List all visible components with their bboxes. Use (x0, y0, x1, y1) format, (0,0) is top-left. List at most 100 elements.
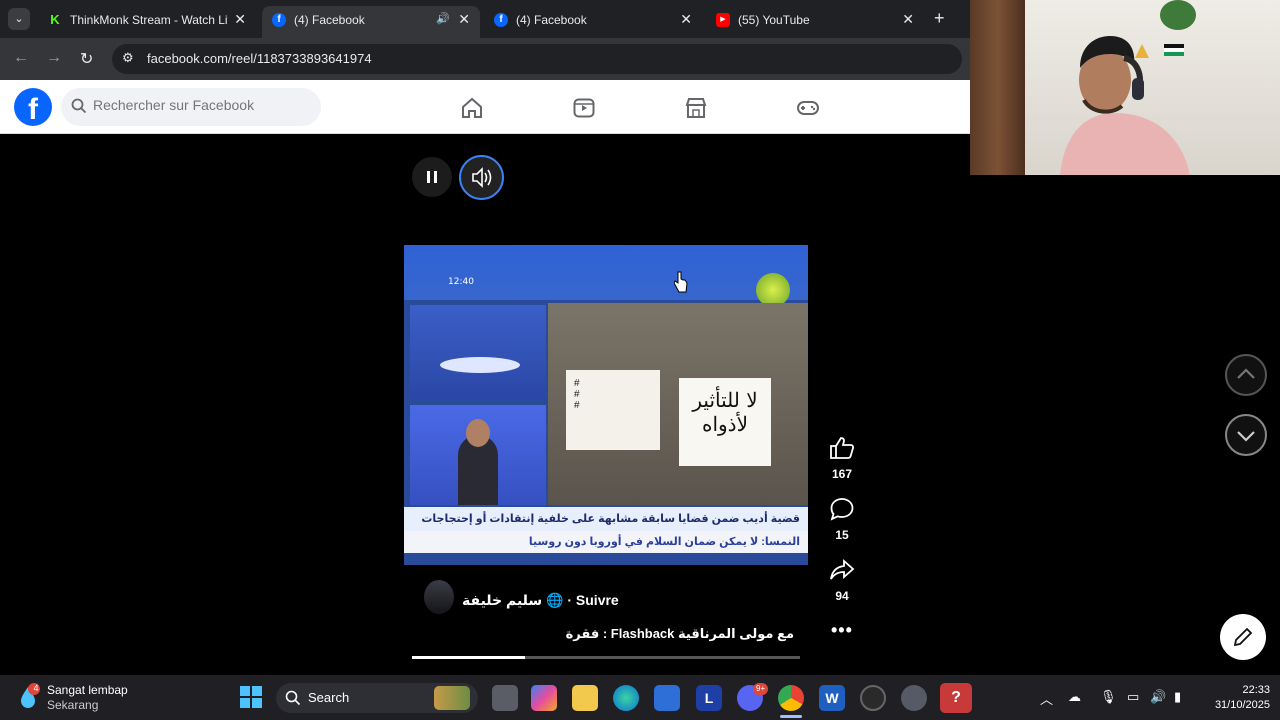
news-ticker-bottom: النمسا: لا يمكن ضمان السلام في أوروبا دو… (404, 531, 808, 553)
forward-arrow-icon[interactable]: → (46, 49, 62, 67)
facebook-header: f (0, 80, 970, 134)
new-tab-button[interactable]: + (934, 8, 945, 29)
share-button[interactable]: 94 (824, 558, 860, 603)
close-tab-icon[interactable]: ✕ (680, 11, 692, 28)
tab-title: (55) YouTube (738, 13, 810, 27)
launcher-l-icon[interactable]: L (696, 685, 722, 711)
search-icon (71, 98, 87, 114)
task-view-icon[interactable] (492, 685, 518, 711)
gaming-icon[interactable] (796, 96, 820, 120)
speaker-icon[interactable]: 🔊 (436, 12, 450, 25)
pause-button[interactable] (412, 157, 452, 197)
protest-sign-hashtags: #‌ #‌ #‌ (566, 370, 660, 450)
omnibox[interactable]: ⚙ facebook.com/reel/1183733893641974 (112, 44, 962, 74)
close-tab-icon[interactable]: ✕ (234, 11, 246, 28)
news-ticker-top: قضية أديب ضمن قضايا سابقة مشابهة على خلف… (404, 507, 808, 531)
clock-time: 22:33 (1242, 684, 1270, 696)
weather-badge: 4 (33, 683, 39, 693)
new-message-button[interactable] (1220, 614, 1266, 660)
previous-reel-button[interactable] (1225, 354, 1267, 396)
microphone-icon[interactable]: 🎙 (1100, 689, 1117, 705)
channel-logo-icon (756, 273, 790, 307)
edge-browser-icon[interactable] (613, 685, 639, 711)
next-reel-button[interactable] (1225, 414, 1267, 456)
file-explorer-icon[interactable] (572, 685, 598, 711)
reel-caption: فقرة : Flashback مع مولى المرناقية (565, 626, 794, 641)
facebook-logo-icon[interactable]: f (14, 88, 52, 126)
search-highlight-icon (434, 686, 470, 710)
address-bar-row: ← → ↻ ⚙ facebook.com/reel/11837338936419… (0, 38, 970, 80)
windows-taskbar: 4 Sangat lembap Sekarang Search L 9+ W ?… (0, 675, 1280, 720)
streamer-person (1060, 36, 1190, 175)
display-icon[interactable]: ▭ (1127, 689, 1139, 705)
windows-start-icon[interactable] (240, 686, 262, 708)
tab-title: ThinkMonk Stream - Watch Live (70, 13, 228, 27)
share-count: 94 (835, 589, 849, 603)
video-top-band (404, 245, 808, 300)
comment-count: 15 (835, 528, 849, 542)
tab-title: (4) Facebook (294, 13, 365, 27)
marketplace-icon[interactable] (684, 96, 708, 120)
avatar[interactable] (424, 580, 454, 614)
home-icon[interactable] (460, 96, 484, 120)
kick-favicon-icon: K (50, 12, 60, 27)
obs-icon[interactable] (860, 685, 886, 711)
battery-icon[interactable]: ▮ (1174, 689, 1181, 705)
facebook-favicon-icon: f (494, 13, 508, 27)
video-time-overlay: 12:40 (448, 277, 474, 287)
back-arrow-icon[interactable]: ← (13, 49, 29, 67)
url-text[interactable]: facebook.com/reel/1183733893641974 (147, 51, 372, 66)
tab-search-button[interactable]: ⌄ (8, 8, 30, 30)
like-button[interactable]: 167 (824, 436, 860, 481)
word-icon[interactable]: W (819, 685, 845, 711)
search-icon (285, 690, 301, 706)
studio-panel (410, 305, 546, 399)
youtube-favicon-icon: ▶ (716, 13, 730, 27)
taskbar-clock[interactable]: 22:33 31/10/2025 (1196, 683, 1270, 713)
reel-video[interactable]: 12:40 #‌ #‌ #‌ لا للتأثير لأذواه قضية أديب… (404, 245, 808, 565)
comment-button[interactable]: 15 (824, 497, 860, 542)
reel-author: سليم خليفة 🌐 · Suivre (424, 580, 804, 616)
volume-button[interactable] (459, 155, 504, 200)
discord-badge: 9+ (753, 683, 769, 695)
facebook-search[interactable] (61, 88, 321, 126)
hand-cursor-icon (674, 271, 688, 293)
author-name[interactable]: سليم خليفة (462, 592, 542, 608)
cloud-offline-icon[interactable]: ☁ (1068, 689, 1081, 705)
weather-title[interactable]: Sangat lembap (47, 683, 128, 697)
comment-icon (830, 498, 854, 521)
close-tab-icon[interactable]: ✕ (458, 11, 470, 28)
microsoft-store-icon[interactable] (654, 685, 680, 711)
active-app-indicator (780, 715, 802, 718)
more-options-icon[interactable]: ••• (831, 620, 853, 641)
close-tab-icon[interactable]: ✕ (902, 11, 914, 28)
protest-sign-arabic: لا للتأثير لأذواه (679, 378, 771, 466)
weather-subtitle[interactable]: Sekarang (47, 698, 98, 712)
search-input[interactable] (93, 97, 313, 113)
browser-tab-strip: ⌄ K ThinkMonk Stream - Watch Live ✕ f (4… (0, 0, 970, 38)
video-icon[interactable] (572, 96, 596, 120)
chevron-up-icon[interactable]: ︿ (1040, 689, 1053, 708)
pause-icon (427, 171, 437, 183)
taskbar-search[interactable]: Search (276, 683, 478, 713)
search-label: Search (308, 690, 350, 705)
tab-facebook[interactable]: f (4) Facebook ✕ (484, 6, 702, 38)
chevron-up-icon (1237, 368, 1255, 379)
tab-thinkmonk[interactable]: K ThinkMonk Stream - Watch Live ✕ (38, 6, 256, 38)
video-progress-bar[interactable] (412, 656, 800, 659)
follow-button[interactable]: Suivre (576, 592, 619, 608)
webcam-curtain (970, 0, 1025, 175)
speaker-icon[interactable]: 🔊 (1150, 689, 1166, 705)
settings-gear-icon[interactable] (901, 685, 927, 711)
thumbs-up-icon (830, 437, 855, 459)
tab-youtube[interactable]: ▶ (55) YouTube ✕ (706, 6, 924, 38)
tab-facebook-active[interactable]: f (4) Facebook 🔊 ✕ (262, 6, 480, 38)
reload-icon[interactable]: ↻ (80, 49, 93, 69)
share-icon (830, 558, 855, 580)
help-app-icon[interactable]: ? (940, 683, 972, 713)
like-count: 167 (831, 467, 853, 481)
compose-icon (1233, 627, 1253, 647)
m365-icon[interactable] (531, 685, 557, 711)
chrome-icon[interactable] (778, 685, 804, 711)
site-info-icon[interactable]: ⚙ (122, 50, 134, 66)
